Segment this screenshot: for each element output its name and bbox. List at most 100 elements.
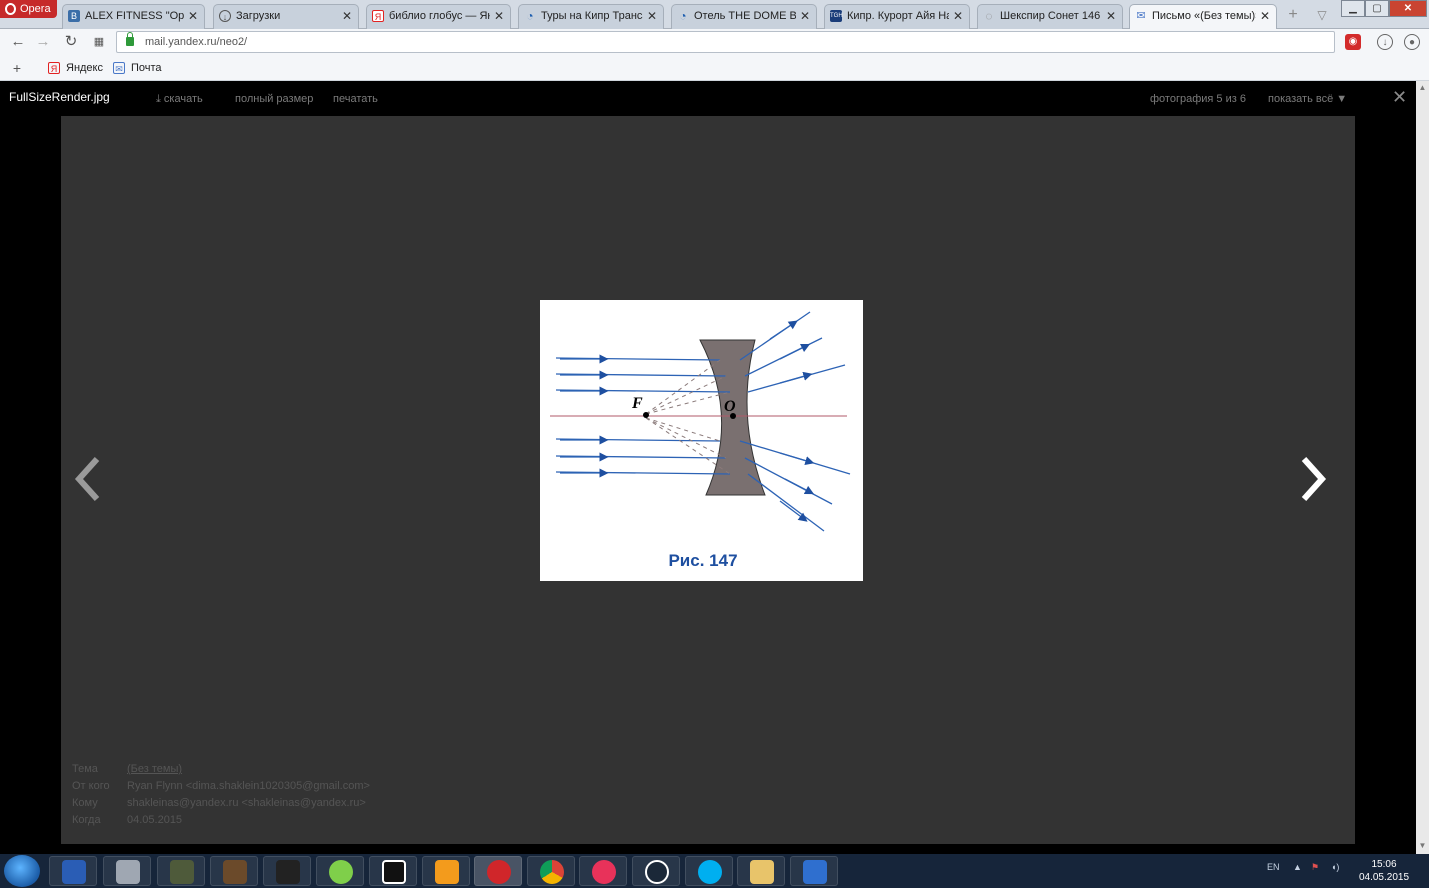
viewer-close-icon[interactable]: ✕: [1392, 87, 1407, 108]
bookmark-mail[interactable]: ✉ Почта: [113, 60, 162, 76]
action-center-icon[interactable]: ⚑: [1311, 862, 1319, 873]
scroll-up-icon[interactable]: ▲: [1418, 83, 1427, 92]
taskbar-explorer[interactable]: [737, 856, 785, 886]
tab-mail-letter[interactable]: ✉ Письмо «(Без темы)» — ✕: [1129, 4, 1277, 29]
tab-hotel-dome[interactable]: ◔ Отель THE DOME BEAC ✕: [671, 4, 817, 29]
blogger-icon: B: [68, 10, 80, 22]
meta-value: Ryan Flynn <dima.shaklein1020305@gmail.c…: [127, 780, 370, 792]
maximize-icon[interactable]: ▢: [1365, 0, 1389, 17]
ray-arrow: [779, 500, 808, 522]
word-icon: [62, 860, 86, 884]
tab-close-icon[interactable]: ✕: [1260, 5, 1270, 27]
subject-link[interactable]: (Без темы): [127, 761, 182, 778]
new-tab-icon[interactable]: +: [1283, 5, 1303, 25]
tab-close-icon[interactable]: ✕: [188, 5, 198, 27]
viewer-filename: FullSizeRender.jpg: [9, 90, 110, 104]
meta-key: Кому: [72, 797, 98, 809]
system-clock[interactable]: 15:06 04.05.2015: [1354, 858, 1414, 884]
lock-icon: [126, 32, 134, 46]
show-all-link[interactable]: показать всё ▼: [1268, 93, 1347, 105]
meta-value: shakleinas@yandex.ru <shakleinas@yandex.…: [127, 797, 366, 809]
photo-image: F O Рис. 147: [540, 300, 863, 581]
taskbar-game-3[interactable]: [263, 856, 311, 886]
tab-biblio-globus[interactable]: Я библио глобус — Янд ✕: [366, 4, 511, 29]
lens-diagram: F O Рис. 147: [550, 311, 851, 570]
taskbar-chrome[interactable]: [527, 856, 575, 886]
tab-close-icon[interactable]: ✕: [1106, 5, 1116, 27]
tab-close-icon[interactable]: ✕: [494, 5, 504, 27]
ray-arrow: [784, 478, 815, 495]
downloads-icon[interactable]: ↓: [1377, 34, 1393, 50]
print-link[interactable]: печатать: [333, 93, 378, 105]
bookmark-yandex[interactable]: Я Яндекс: [48, 60, 103, 76]
page-scrollbar[interactable]: ▲ ▼: [1416, 81, 1429, 854]
yandex-icon: Я: [372, 10, 384, 22]
tab-alex-fitness[interactable]: B ALEX FITNESS "Оранж ✕: [62, 4, 205, 29]
tab-close-icon[interactable]: ✕: [647, 5, 657, 27]
taskbar-skype[interactable]: [685, 856, 733, 886]
meta-key: От кого: [72, 780, 110, 792]
taskbar-panda[interactable]: [369, 856, 417, 886]
tab-close-icon[interactable]: ✕: [800, 5, 810, 27]
ray: [747, 473, 825, 532]
opera-logo-icon: [5, 3, 16, 15]
tab-ayia-napa[interactable]: TGH Кипр. Курорт Айя Напа ✕: [824, 4, 970, 29]
tab-cyprus-tours[interactable]: ◔ Туры на Кипр Трансаз ✕: [518, 4, 664, 29]
taskbar-steam[interactable]: [632, 856, 680, 886]
taskbar-word[interactable]: [49, 856, 97, 886]
bookmark-label: Почта: [131, 62, 162, 74]
language-indicator[interactable]: EN: [1267, 862, 1280, 872]
tray-expand-icon[interactable]: ▲: [1293, 862, 1302, 872]
opera-menu-button[interactable]: Opera: [0, 0, 57, 18]
tab-downloads[interactable]: ↓ Загрузки ✕: [213, 4, 359, 29]
focus-point: [643, 412, 649, 418]
tab-close-icon[interactable]: ✕: [953, 5, 963, 27]
back-icon[interactable]: ←: [9, 33, 27, 51]
bookmark-label: Яндекс: [66, 62, 103, 74]
bookmarks-bar: + Я Яндекс ✉ Почта: [0, 56, 1429, 81]
chrome-icon: [540, 860, 564, 884]
scroll-down-icon[interactable]: ▼: [1418, 841, 1427, 850]
tab-close-icon[interactable]: ✕: [342, 5, 352, 27]
clock-time: 15:06: [1371, 859, 1397, 870]
reload-icon[interactable]: ↻: [62, 33, 80, 51]
game-icon: [276, 860, 300, 884]
add-bookmark-icon[interactable]: +: [8, 59, 26, 77]
next-arrow-icon[interactable]: [1298, 454, 1328, 504]
site-icon: TGH: [830, 10, 843, 22]
steam-icon: [645, 860, 669, 884]
url-text: mail.yandex.ru/neo2/: [145, 36, 248, 48]
app-icon: [435, 860, 459, 884]
taskbar-download-manager[interactable]: [316, 856, 364, 886]
taskbar-app-orange[interactable]: [422, 856, 470, 886]
game-icon: [170, 860, 194, 884]
volume-icon[interactable]: ◖): [1331, 862, 1339, 872]
tab-menu-icon[interactable]: ▽: [1312, 5, 1332, 25]
mail-icon: ✉: [113, 62, 125, 74]
site-icon: ◔: [526, 9, 534, 23]
download-button[interactable]: ⤓ скачать: [156, 93, 203, 106]
address-field[interactable]: mail.yandex.ru/neo2/: [116, 31, 1335, 53]
start-button[interactable]: [4, 855, 40, 887]
account-icon[interactable]: ●: [1404, 34, 1420, 50]
previous-arrow-icon[interactable]: [73, 454, 103, 504]
taskbar-counter-strike[interactable]: [103, 856, 151, 886]
download-label: скачать: [163, 93, 203, 105]
minimize-icon[interactable]: ▁: [1341, 0, 1365, 17]
forward-icon[interactable]: →: [34, 33, 52, 51]
address-toolbar: ← → ↻ ▦ mail.yandex.ru/neo2/ ◉ ↓ ●: [0, 29, 1429, 56]
tab-shakespeare[interactable]: ◌ Шекспир Сонет 146 ✕: [977, 4, 1123, 29]
taskbar-game-1[interactable]: [157, 856, 205, 886]
photo-counter: фотография 5 из 6: [1150, 93, 1246, 105]
window-close-icon[interactable]: ✕: [1389, 0, 1427, 17]
cs-icon: [116, 860, 140, 884]
taskbar-opera[interactable]: [474, 856, 522, 886]
opera-icon: [487, 860, 511, 884]
taskbar-game-2[interactable]: [210, 856, 258, 886]
speed-dial-icon[interactable]: ▦: [90, 33, 108, 51]
adblock-icon[interactable]: ◉: [1345, 34, 1361, 50]
taskbar-itunes[interactable]: [579, 856, 627, 886]
full-size-link[interactable]: полный размер: [235, 93, 313, 105]
meta-key: Когда: [72, 814, 101, 826]
taskbar-security[interactable]: [790, 856, 838, 886]
